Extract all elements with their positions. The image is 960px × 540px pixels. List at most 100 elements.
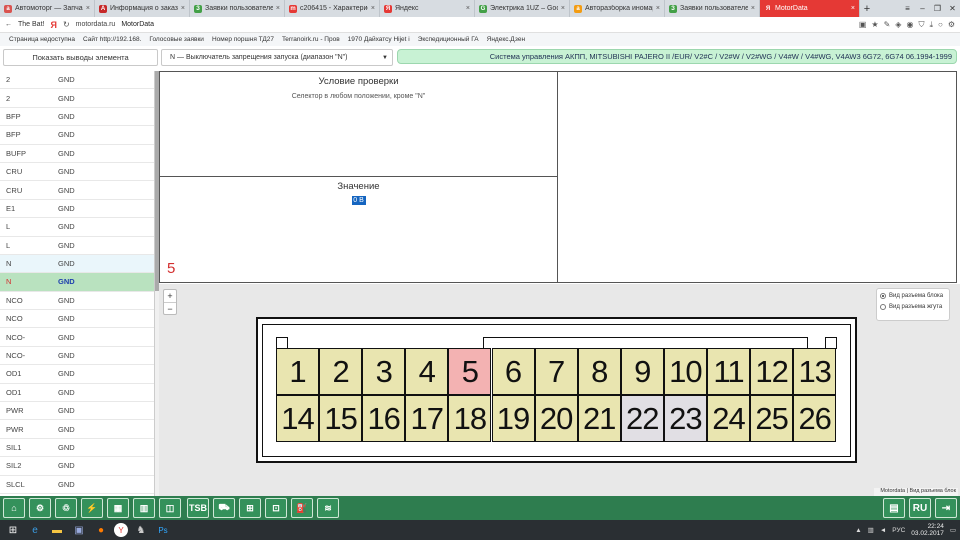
sensor-icon[interactable]: ◫: [159, 498, 181, 518]
pin-row[interactable]: 2 GND: [0, 71, 154, 90]
tray-up-icon[interactable]: ▲: [855, 527, 861, 534]
minimize-icon[interactable]: –: [915, 4, 930, 13]
browser-tab[interactable]: mc206415 - Характеристика×: [285, 0, 380, 17]
shield-icon[interactable]: ⛉: [918, 20, 924, 30]
back-icon[interactable]: ←: [5, 21, 12, 28]
volume-icon[interactable]: ◄: [880, 527, 886, 534]
view-option-harness[interactable]: Вид разъема жгута: [880, 304, 946, 310]
pin-row[interactable]: NCO GND: [0, 292, 154, 311]
pressure-icon[interactable]: ≋: [317, 498, 339, 518]
connector-pin[interactable]: 18: [448, 395, 492, 442]
pin-row[interactable]: SLCL GND: [0, 476, 154, 494]
connector-pin[interactable]: 9: [620, 348, 664, 395]
pin-row[interactable]: NCO- GND: [0, 347, 154, 366]
pen-icon[interactable]: ✎: [884, 20, 891, 29]
exit-icon[interactable]: ⇥: [935, 498, 957, 518]
connector-pin[interactable]: 13: [793, 348, 837, 395]
photoshop-icon[interactable]: Ps: [154, 522, 172, 538]
connector-pin[interactable]: 12: [750, 348, 794, 395]
browser-tab[interactable]: З Заявки пользователей ×: [190, 0, 285, 17]
radio-icon[interactable]: [880, 304, 886, 310]
pin-row[interactable]: CRU GND: [0, 163, 154, 182]
bookmark-item[interactable]: Номер поршня ТД27: [212, 36, 274, 43]
manual-icon[interactable]: ▤: [883, 498, 905, 518]
yandex-logo-icon[interactable]: Я: [50, 20, 56, 30]
connector-pin[interactable]: 3: [362, 348, 406, 395]
radio-selected-icon[interactable]: [880, 293, 886, 299]
connector-pin[interactable]: 19: [491, 395, 535, 442]
pocket-icon[interactable]: ◈: [895, 20, 901, 29]
zoom-out-button[interactable]: −: [164, 302, 176, 314]
files-icon[interactable]: ▣: [70, 522, 88, 538]
connector-pin[interactable]: 11: [707, 348, 750, 395]
close-tab-icon[interactable]: ×: [656, 5, 660, 12]
connector-pin[interactable]: 21: [577, 395, 621, 442]
pin-row[interactable]: SIL2 GND: [0, 457, 154, 476]
connector-pin[interactable]: 7: [534, 348, 578, 395]
bookmark-item[interactable]: 1970 Дайхатсу Hijet i: [348, 36, 410, 43]
close-tab-icon[interactable]: ×: [276, 5, 280, 12]
menu-icon[interactable]: ≡: [900, 4, 915, 13]
pin-row[interactable]: L GND: [0, 237, 154, 255]
windows-start-icon[interactable]: ⊞: [4, 522, 22, 538]
download-icon[interactable]: ⤓: [929, 20, 933, 30]
close-tab-icon[interactable]: ×: [561, 5, 565, 12]
url-field[interactable]: motordata.ru: [76, 21, 116, 28]
connector-pin[interactable]: 20: [534, 395, 578, 442]
show-pins-button[interactable]: Показать выводы элемента: [3, 49, 158, 66]
connector-pin[interactable]: 4: [405, 348, 449, 395]
edge-icon[interactable]: e: [26, 522, 44, 538]
close-window-icon[interactable]: ✕: [945, 4, 960, 13]
tsb-button[interactable]: TSB: [187, 498, 209, 518]
browser-tab[interactable]: aАвтомоторг — Запчасти и а×: [0, 0, 95, 17]
close-tab-icon[interactable]: ×: [371, 5, 375, 12]
home-icon[interactable]: ⌂: [3, 498, 25, 518]
thebat-icon[interactable]: ♞: [132, 522, 150, 538]
pin-row[interactable]: NCO GND: [0, 310, 154, 329]
connector-pin[interactable]: 17: [405, 395, 449, 442]
browser-tab[interactable]: AИнформация о заказах —×: [95, 0, 190, 17]
pin-row[interactable]: BFP GND: [0, 126, 154, 145]
close-tab-icon[interactable]: ×: [181, 5, 185, 12]
ecu-icon[interactable]: ▦: [107, 498, 129, 518]
connector-icon[interactable]: ⚡: [81, 498, 103, 518]
pin-data-icon[interactable]: ▥: [133, 498, 155, 518]
bookmark-item[interactable]: Яндекс.Дзен: [487, 36, 525, 43]
browser-tab[interactable]: З Заявки пользователей ×: [665, 0, 760, 17]
bookmark-item[interactable]: Страница недоступна: [9, 36, 75, 43]
bulb-icon[interactable]: ○: [938, 20, 943, 29]
reload-icon[interactable]: ↻: [63, 20, 70, 29]
pin-row[interactable]: BUFP GND: [0, 145, 154, 163]
close-tab-icon[interactable]: ×: [751, 5, 755, 12]
yandex-browser-icon[interactable]: Y: [114, 523, 128, 537]
browser-tab[interactable]: aАвторазборка иномарок×: [570, 0, 665, 17]
network-icon[interactable]: ▥: [868, 526, 874, 534]
connector-pin[interactable]: 2: [319, 348, 363, 395]
pin-row[interactable]: OD1 GND: [0, 365, 154, 384]
connector-pin[interactable]: 23: [663, 395, 707, 442]
bookmark-item[interactable]: Экспедиционный ГА: [418, 36, 479, 43]
connector-pin[interactable]: 16: [362, 395, 406, 442]
oil-icon[interactable]: ⛽: [291, 498, 313, 518]
language-button[interactable]: RU: [909, 498, 931, 518]
bookmark-item[interactable]: Сайт http://192.168.: [83, 36, 141, 43]
connector-pin[interactable]: 15: [319, 395, 363, 442]
new-tab-button[interactable]: +: [860, 0, 874, 17]
browser-tab[interactable]: Я Яндекс ×: [380, 0, 475, 17]
keyboard-lang[interactable]: РУС: [892, 527, 905, 534]
connector-pin[interactable]: 10: [663, 348, 707, 395]
connector-pin[interactable]: 25: [750, 395, 794, 442]
clock[interactable]: 22:24 03.02.2017: [911, 523, 944, 537]
pin-row[interactable]: BFP GND: [0, 108, 154, 127]
eye-icon[interactable]: ◉: [906, 20, 913, 29]
connector-pin[interactable]: 14: [276, 395, 319, 442]
pin-row[interactable]: N GND: [0, 273, 154, 292]
back-label[interactable]: The Bat!: [18, 21, 44, 28]
explorer-icon[interactable]: ▬: [48, 522, 66, 538]
close-tab-icon[interactable]: ×: [86, 5, 90, 12]
pin-row[interactable]: 2 GND: [0, 89, 154, 108]
connector-pin[interactable]: 5: [448, 348, 492, 395]
pin-row[interactable]: E1 GND: [0, 200, 154, 219]
connector-pin[interactable]: 8: [577, 348, 621, 395]
relay-icon[interactable]: ⊡: [265, 498, 287, 518]
